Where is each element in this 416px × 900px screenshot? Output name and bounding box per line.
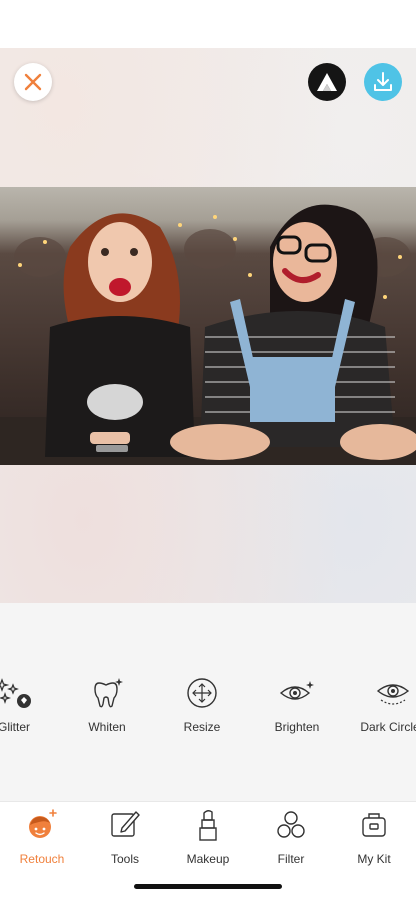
nav-filter[interactable]: Filter — [249, 808, 333, 868]
tooth-icon — [94, 678, 123, 708]
dark-circles-eye-icon — [376, 684, 410, 705]
nav-label: Filter — [277, 852, 305, 866]
nav-retouch[interactable]: Retouch — [0, 808, 84, 868]
glitter-icon — [0, 678, 31, 708]
home-indicator[interactable] — [134, 884, 282, 889]
tool-label: Brighten — [274, 720, 320, 734]
nav-my-kit[interactable]: My Kit — [332, 808, 416, 868]
retouch-tool-strip: Glitter Whiten Resize Brighten Dark Circ… — [0, 603, 416, 801]
pencil-edit-icon — [111, 811, 140, 837]
status-bar — [0, 0, 416, 48]
tool-label: Dark Circles — [360, 720, 416, 734]
tool-resize[interactable]: Resize — [147, 676, 257, 746]
download-icon — [374, 72, 392, 91]
tool-dark-circles[interactable]: Dark Circles — [338, 676, 416, 746]
tool-brighten[interactable]: Brighten — [242, 676, 352, 746]
lipstick-icon — [199, 810, 217, 841]
resize-icon — [187, 678, 217, 708]
edited-photo[interactable] — [0, 187, 416, 465]
brand-logo-button[interactable] — [308, 63, 346, 101]
close-button[interactable] — [14, 63, 52, 101]
download-button[interactable] — [364, 63, 402, 101]
tool-whiten[interactable]: Whiten — [52, 676, 162, 746]
close-icon — [24, 73, 42, 91]
brighten-eye-icon — [279, 681, 314, 700]
tool-label: Resize — [183, 720, 221, 734]
kit-bag-icon — [362, 813, 386, 837]
tool-label: Whiten — [88, 720, 126, 734]
nav-label: My Kit — [357, 852, 391, 866]
brand-logo-icon — [317, 73, 337, 91]
nav-makeup[interactable]: Makeup — [166, 808, 250, 868]
nav-label: Retouch — [19, 852, 65, 866]
filter-circles-icon — [277, 811, 305, 838]
nav-label: Makeup — [186, 852, 230, 866]
nav-label: Tools — [110, 852, 139, 866]
nav-tools[interactable]: Tools — [83, 808, 167, 868]
photo-image — [0, 204, 416, 465]
retouch-face-icon — [29, 809, 57, 838]
